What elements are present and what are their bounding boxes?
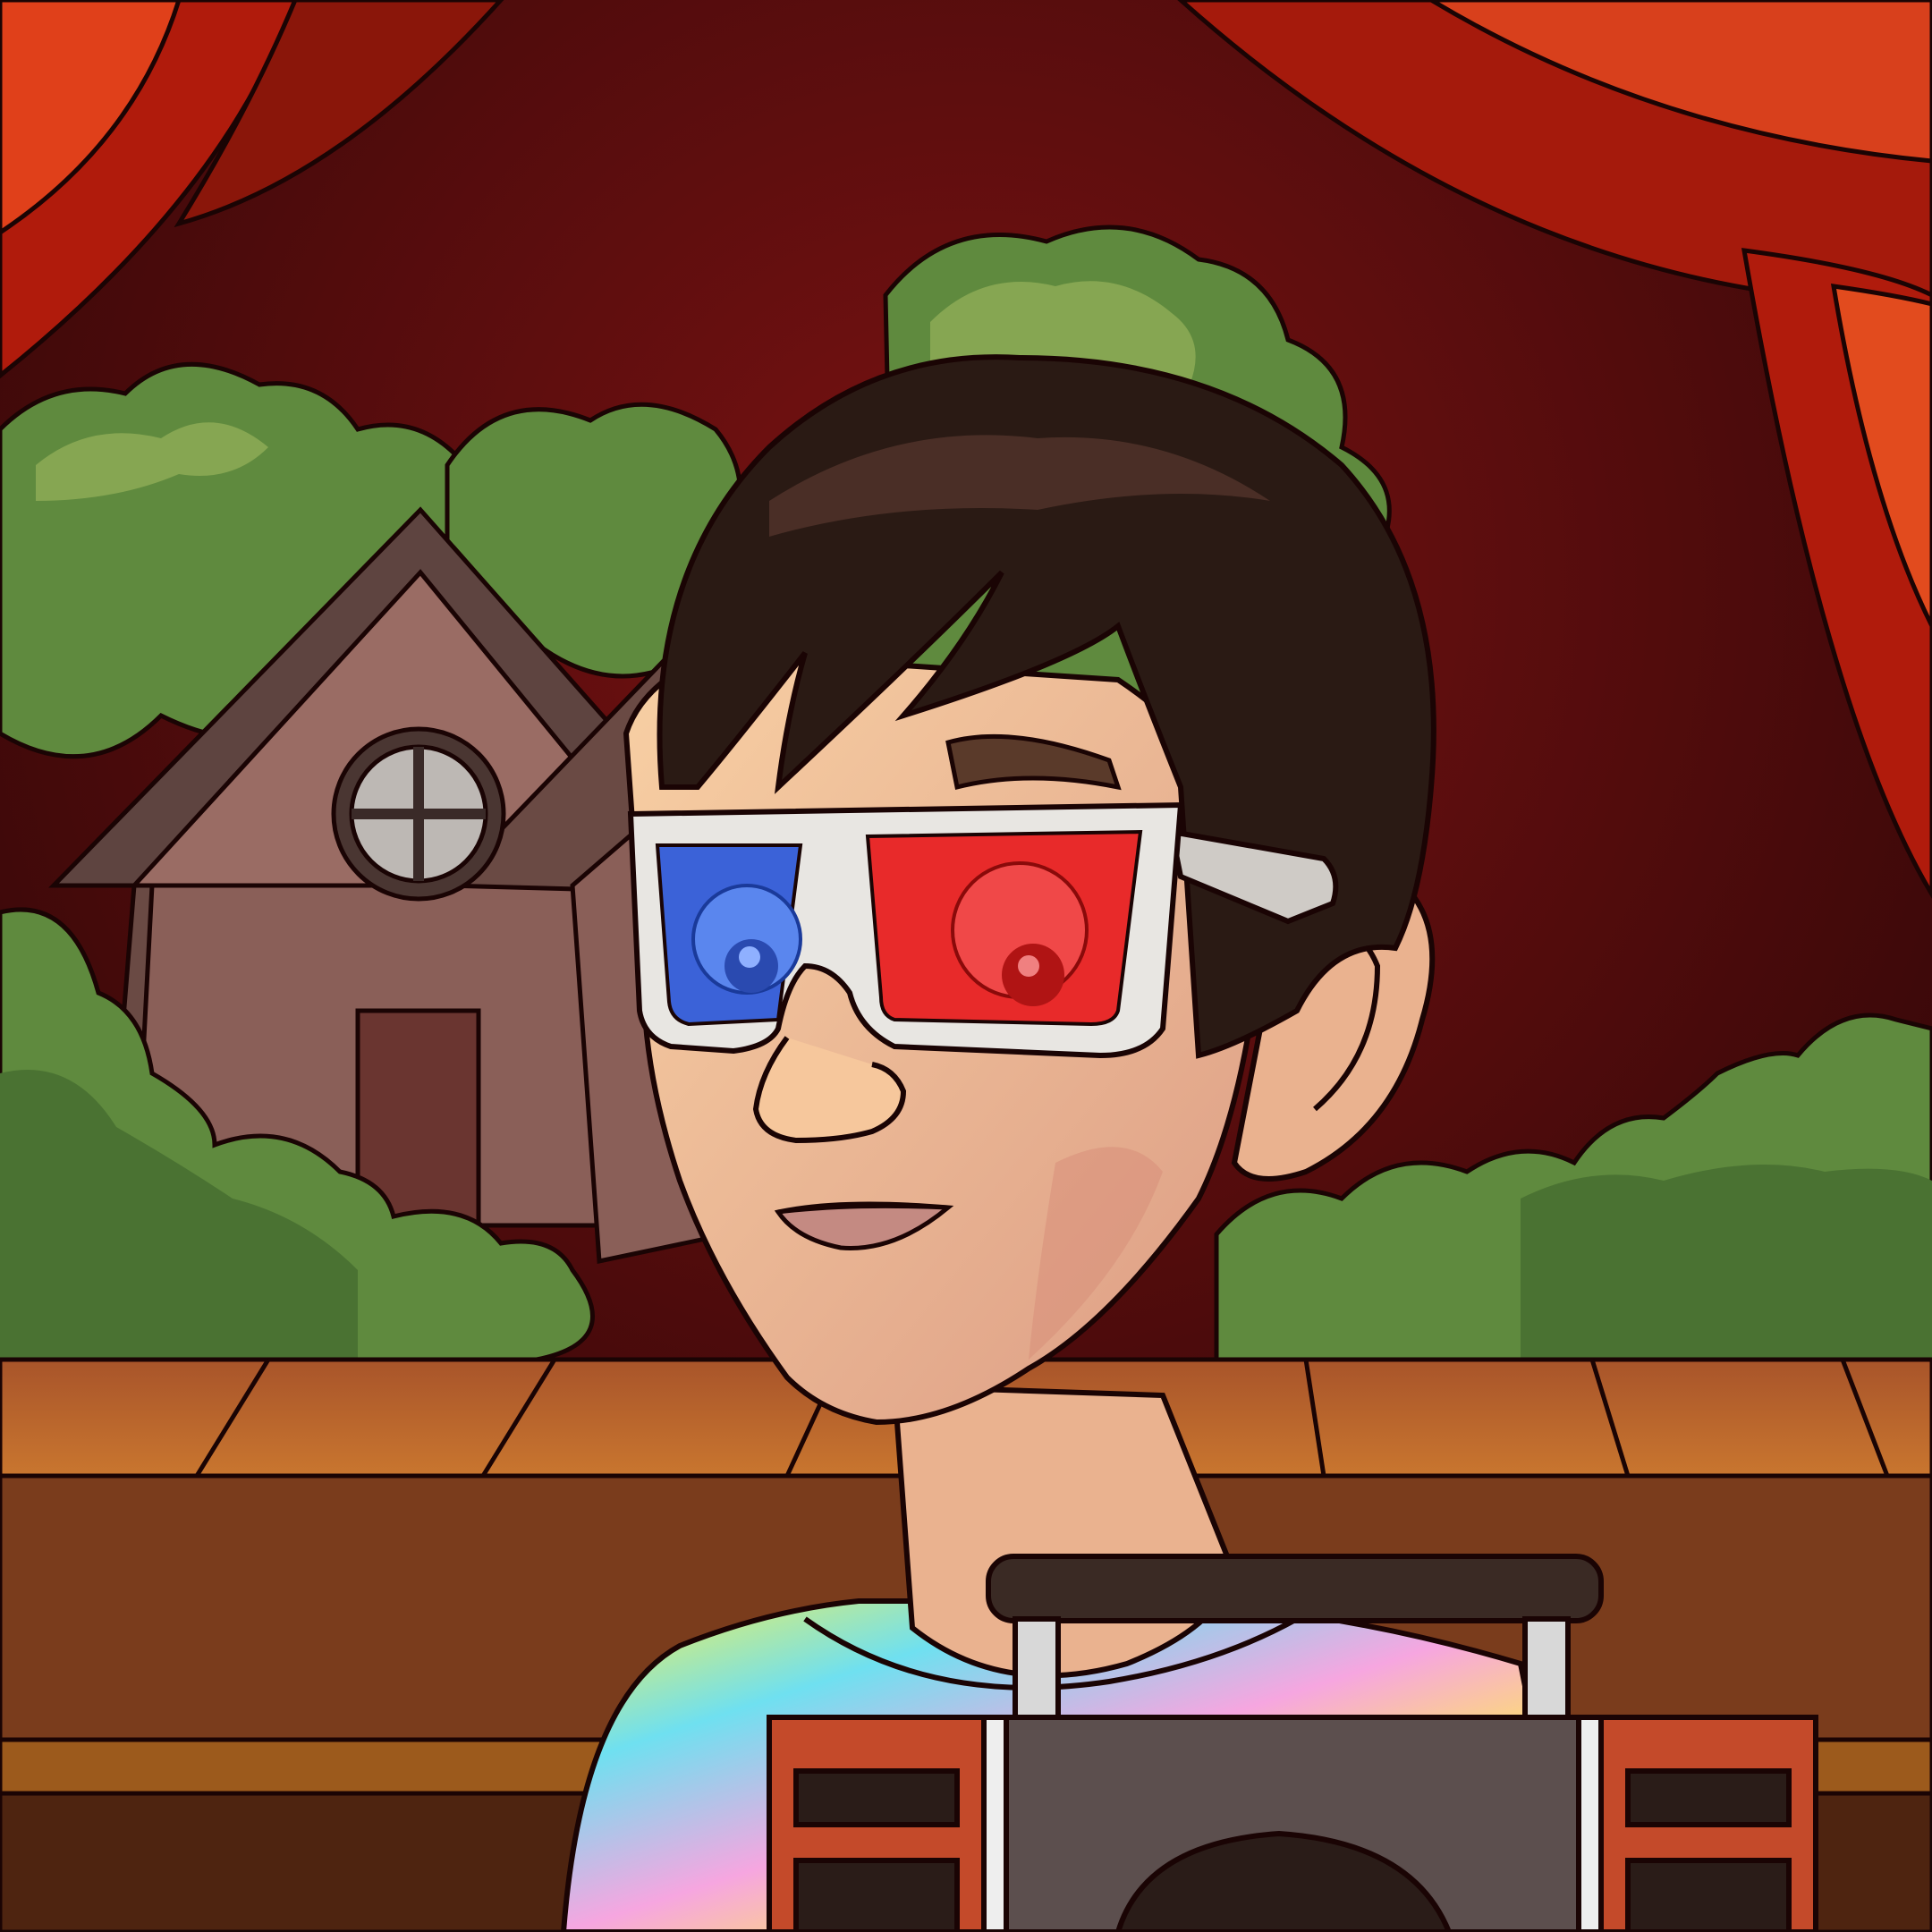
avatar-scene xyxy=(0,0,1932,1932)
window-icon xyxy=(331,726,506,902)
boombox-handle xyxy=(986,1554,1604,1623)
